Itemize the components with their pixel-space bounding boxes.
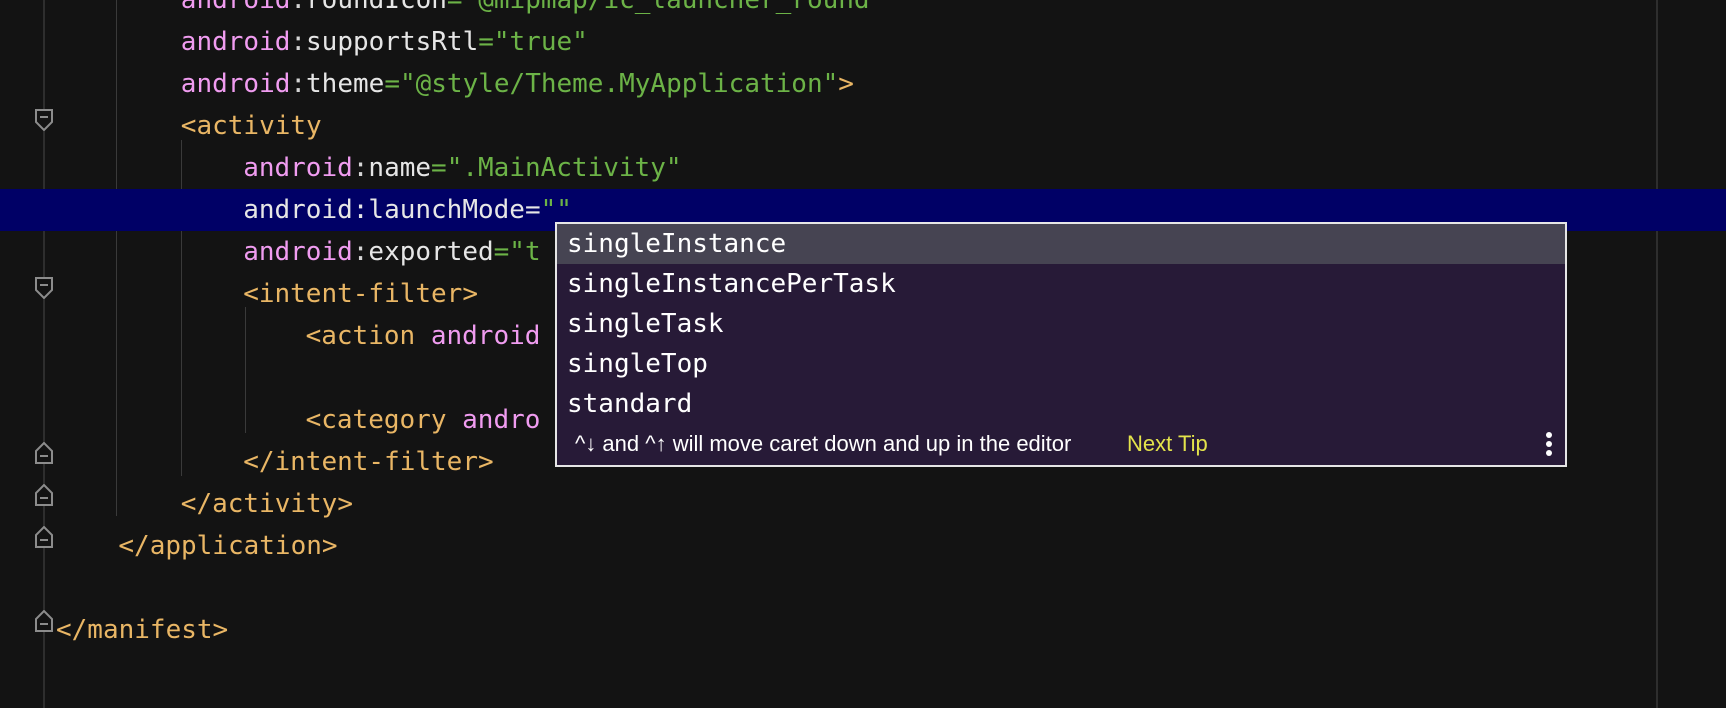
- code-token: exported: [368, 237, 494, 267]
- completion-item[interactable]: singleTop: [557, 344, 1565, 384]
- code-token: android:launchMode=: [243, 195, 541, 225]
- code-text: </application>: [118, 525, 337, 567]
- code-line[interactable]: </manifest>: [0, 609, 1726, 651]
- completion-item[interactable]: singleInstancePerTask: [557, 264, 1565, 304]
- completion-item[interactable]: singleInstance: [557, 224, 1565, 264]
- next-tip-link[interactable]: Next Tip: [1127, 422, 1208, 465]
- code-line[interactable]: </application>: [0, 525, 1726, 567]
- code-line[interactable]: [0, 567, 1726, 609]
- code-text: <category andro: [306, 399, 541, 441]
- code-text: <intent-filter>: [243, 273, 478, 315]
- code-text: android:name=".MainActivity": [243, 147, 681, 189]
- code-text: </intent-filter>: [243, 441, 493, 483]
- code-token: :: [352, 153, 369, 183]
- code-text: android:launchMode="": [243, 189, 572, 231]
- code-text: </manifest>: [56, 609, 228, 651]
- code-token: android: [243, 153, 353, 183]
- code-token: ="true": [478, 27, 588, 57]
- code-line[interactable]: android:roundIcon="@mipmap/ic_launcher_r…: [0, 0, 1726, 21]
- code-text: </activity>: [181, 483, 353, 525]
- fold-collapse-icon[interactable]: [35, 277, 53, 299]
- completion-item[interactable]: singleTask: [557, 304, 1565, 344]
- code-text: android:exported="t: [243, 231, 540, 273]
- code-token: android: [180, 0, 291, 15]
- code-token: andro: [462, 405, 541, 435]
- code-text: <activity: [181, 105, 322, 147]
- code-line[interactable]: android:supportsRtl="true": [0, 21, 1726, 63]
- fold-end-icon[interactable]: [35, 526, 53, 548]
- code-line[interactable]: </activity>: [0, 483, 1726, 525]
- tip-bar: ^↓ and ^↑ will move caret down and up in…: [557, 422, 1565, 465]
- completion-item[interactable]: standard: [557, 384, 1565, 424]
- code-line[interactable]: android:name=".MainActivity": [0, 147, 1726, 189]
- code-token: :: [290, 27, 307, 57]
- fold-end-icon[interactable]: [35, 442, 53, 464]
- fold-collapse-icon[interactable]: [35, 109, 53, 131]
- code-token: <activity: [180, 111, 322, 141]
- code-token: supportsRtl: [306, 27, 479, 57]
- code-line[interactable]: <activity: [0, 105, 1726, 147]
- code-token: <category: [305, 405, 463, 435]
- code-text: android:theme="@style/Theme.MyApplicatio…: [181, 63, 854, 105]
- code-token: <intent-filter>: [243, 279, 478, 309]
- code-token: ="t: [493, 237, 541, 267]
- completion-popup: singleInstance singleInstancePerTask singl…: [555, 222, 1567, 467]
- code-text: android:supportsRtl="true": [181, 21, 588, 63]
- code-token: ="@style/Theme.MyApplication": [384, 69, 839, 99]
- code-token: :: [352, 237, 369, 267]
- code-line[interactable]: android:theme="@style/Theme.MyApplicatio…: [0, 63, 1726, 105]
- code-token: </intent-filter>: [243, 447, 494, 477]
- code-token: android: [430, 321, 541, 351]
- fold-end-icon[interactable]: [35, 610, 53, 632]
- code-token: </activity>: [180, 489, 353, 519]
- code-token: android: [243, 237, 353, 267]
- code-token: =".MainActivity": [431, 153, 682, 183]
- code-token: >: [838, 69, 854, 99]
- code-token: </application>: [118, 531, 338, 561]
- code-token: :: [290, 0, 307, 15]
- code-token: :: [290, 69, 307, 99]
- code-token: "": [540, 195, 572, 225]
- more-options-icon[interactable]: [1545, 432, 1553, 458]
- code-text: android:roundIcon="@mipmap/ic_launcher_r…: [181, 0, 885, 21]
- fold-end-icon[interactable]: [35, 484, 53, 506]
- code-token: <action: [305, 321, 431, 351]
- code-token: roundIcon: [306, 0, 447, 15]
- code-token: ="@mipmap/ic_launcher_round": [446, 0, 886, 15]
- code-text: <action android: [306, 315, 541, 357]
- tip-text: ^↓ and ^↑ will move caret down and up in…: [575, 431, 1072, 456]
- code-token: theme: [306, 69, 385, 99]
- code-token: </manifest>: [56, 615, 229, 645]
- code-token: name: [368, 153, 432, 183]
- code-token: android: [180, 69, 291, 99]
- code-token: android: [180, 27, 291, 57]
